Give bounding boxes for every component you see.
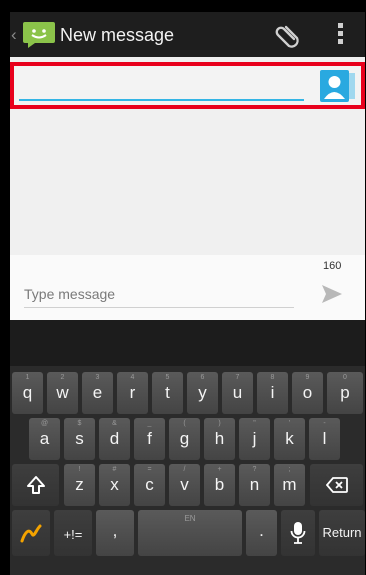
key-k[interactable]: ' k — [274, 418, 305, 460]
screen: ‹ New message 160 Type message 1 q 2 w 3… — [10, 12, 365, 575]
key-e[interactable]: 3e — [82, 372, 113, 414]
key-y[interactable]: 6y — [187, 372, 218, 414]
backspace-icon — [325, 477, 348, 493]
key-f[interactable]: _ f — [134, 418, 165, 460]
key-r[interactable]: 4r — [117, 372, 148, 414]
microphone-icon — [290, 522, 306, 544]
message-area: 160 — [10, 255, 365, 320]
key-v[interactable]: / v — [169, 464, 200, 506]
compose-area: 160 — [10, 57, 365, 320]
key-b[interactable]: + b — [204, 464, 235, 506]
key-i[interactable]: 8i — [257, 372, 288, 414]
key-p[interactable]: 0p — [327, 372, 363, 414]
symbols-key[interactable]: +!= — [54, 510, 92, 556]
keyboard: 1q 2w 3e 4r 5t 6y 7u 8i 9o 0p @ a $ s & d _… — [10, 320, 365, 575]
key-l[interactable]: -l — [309, 418, 340, 460]
key-d[interactable]: & d — [99, 418, 130, 460]
chevron-left-icon[interactable]: ‹ — [11, 25, 17, 45]
messaging-app-icon[interactable] — [22, 19, 56, 49]
space-key[interactable]: EN — [138, 510, 242, 556]
key-j[interactable]: " j — [239, 418, 270, 460]
return-key[interactable]: Return — [319, 510, 365, 556]
comma-key[interactable]: , — [96, 510, 134, 556]
key-a[interactable]: @ a — [29, 418, 60, 460]
send-icon[interactable] — [320, 282, 344, 306]
key-o[interactable]: 9o — [292, 372, 323, 414]
key-h[interactable]: ) h — [204, 418, 235, 460]
recipient-input[interactable] — [20, 72, 302, 98]
key-q[interactable]: 1q — [12, 372, 43, 414]
key-z[interactable]: ! z — [64, 464, 95, 506]
recipient-field — [10, 62, 365, 109]
key-u[interactable]: 7u — [222, 372, 253, 414]
period-key[interactable]: . — [246, 510, 277, 556]
key-t[interactable]: 5t — [152, 372, 183, 414]
key-w[interactable]: 2w — [47, 372, 78, 414]
recipient-underline — [19, 99, 304, 101]
key-n[interactable]: ? n — [239, 464, 270, 506]
character-count: 160 — [323, 260, 342, 272]
keyboard-strip — [10, 320, 365, 366]
key-s[interactable]: $ s — [64, 418, 95, 460]
page-title: New message — [60, 25, 175, 45]
message-input[interactable] — [24, 280, 294, 308]
key-g[interactable]: (g — [169, 418, 200, 460]
key-m[interactable]: ; m — [274, 464, 305, 506]
shift-icon — [26, 476, 45, 494]
key-x[interactable]: # x — [99, 464, 130, 506]
swype-key[interactable] — [12, 510, 50, 556]
key-c[interactable]: = c — [134, 464, 165, 506]
action-bar: ‹ New message — [10, 12, 365, 57]
swype-icon — [20, 524, 42, 543]
contact-picker-icon[interactable] — [319, 69, 357, 103]
device-frame: ‹ New message 160 Type message 1 q 2 w 3… — [0, 0, 366, 575]
backspace-key[interactable] — [310, 464, 363, 506]
shift-key[interactable] — [12, 464, 59, 506]
overflow-menu-icon[interactable] — [338, 23, 344, 47]
paperclip-icon[interactable] — [274, 21, 300, 49]
microphone-key[interactable] — [281, 510, 315, 556]
